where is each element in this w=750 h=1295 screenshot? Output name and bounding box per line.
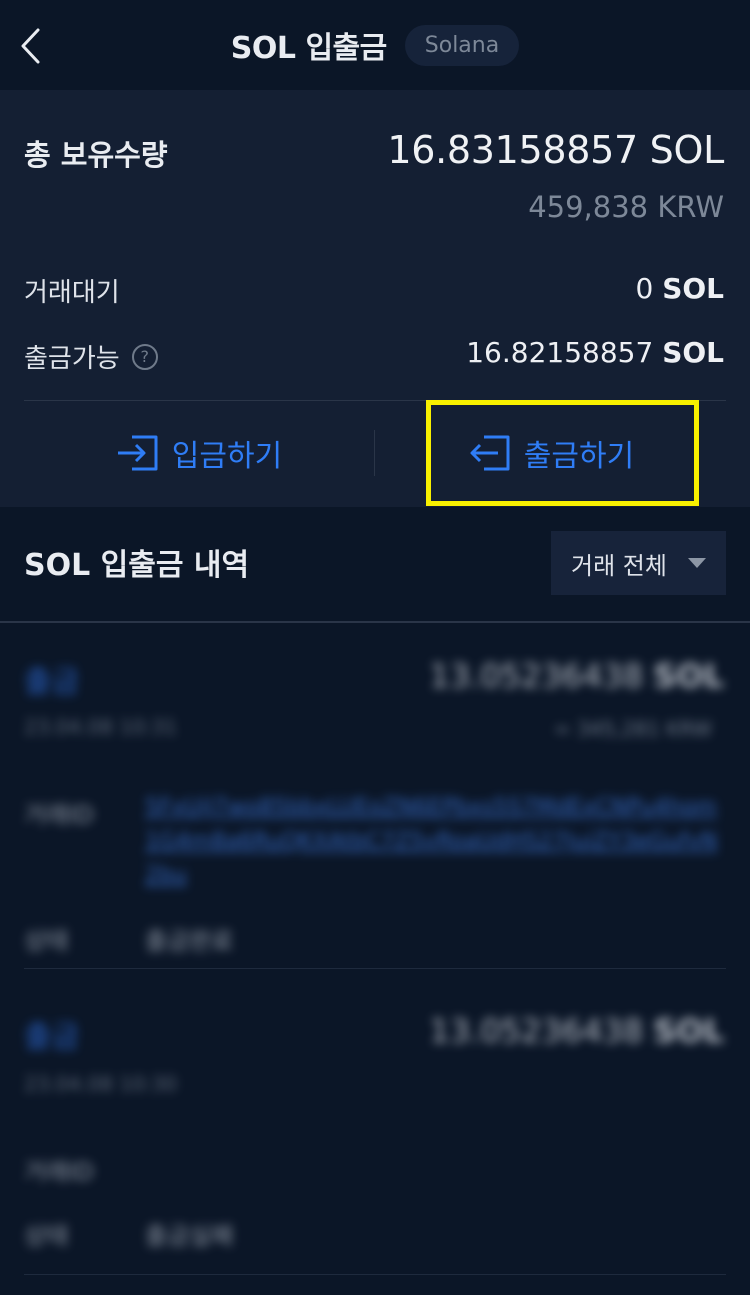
filter-selected-value: 거래 전체: [571, 551, 667, 580]
page-title: SOL 입출금: [230, 31, 387, 66]
history-title: SOL 입출금 내역: [24, 548, 250, 583]
pending-unit: SOL: [662, 272, 724, 305]
transaction-separator: [24, 1274, 726, 1275]
tx-status: 출금실패: [145, 1222, 234, 1250]
withdrawable-label: 출금가능 ?: [24, 338, 158, 375]
tx-amount: 13.05236438 SOL: [429, 657, 724, 695]
transaction-item[interactable]: 출금 23.04.08 10:31 13.05236438 SOL ≈ 345,…: [0, 623, 750, 968]
tx-amount-unit: SOL: [653, 1012, 724, 1050]
tx-status-label: 상태: [24, 927, 69, 955]
deposit-icon: [117, 435, 158, 471]
transaction-separator: [24, 968, 726, 969]
withdrawable-value: 16.82158857 SOL: [466, 336, 724, 369]
tx-id-label: 거래ID: [24, 801, 94, 829]
pending-label: 거래대기: [24, 272, 120, 309]
transaction-filter-select[interactable]: 거래 전체: [551, 531, 726, 595]
tx-id-label: 거래ID: [24, 1158, 94, 1186]
action-separator: [374, 430, 375, 476]
tx-date: 23.04.08 10:30: [24, 1072, 178, 1096]
header-title-group: SOL 입출금 Solana: [0, 0, 750, 90]
question-circle-icon[interactable]: ?: [131, 343, 158, 370]
total-holdings-krw: 459,838 KRW: [528, 190, 724, 224]
app-header: SOL 입출금 Solana: [0, 0, 750, 90]
tx-type: 출금: [24, 1020, 80, 1055]
deposit-button-label: 입금하기: [171, 439, 283, 474]
total-holdings-label: 총 보유수량: [24, 138, 168, 172]
tx-amount: 13.05236438 SOL: [429, 1012, 724, 1050]
transaction-item[interactable]: 출금 23.04.08 10:30 13.05236438 SOL 거래ID 상…: [0, 980, 750, 1280]
caret-down-icon: [688, 558, 706, 568]
deposit-button[interactable]: 입금하기: [24, 410, 374, 496]
withdrawable-label-text: 출금가능: [24, 344, 120, 374]
network-badge: Solana: [404, 24, 520, 66]
tx-status: 출금완료: [145, 927, 234, 955]
tx-amount-unit: SOL: [653, 657, 724, 695]
tx-id-link[interactable]: 5FxUiJ7wo85bbxLUEoZN6EPbxs5S7MdExCNPu4ho…: [145, 791, 725, 893]
pending-label-text: 거래대기: [24, 278, 120, 308]
total-holdings-amount: 16.83158857 SOL: [387, 128, 724, 172]
tx-type: 출금: [24, 665, 80, 700]
tx-amount-value: 13.05236438: [429, 657, 644, 695]
withdraw-highlight-box: [426, 400, 699, 506]
tx-date: 23.04.08 10:31: [24, 715, 178, 739]
tx-status-label: 상태: [24, 1222, 69, 1250]
tx-amount-value: 13.05236438: [429, 1012, 644, 1050]
pending-value: 0 SOL: [635, 272, 724, 305]
tx-krw: ≈ 345,281 KRW: [553, 717, 712, 741]
pending-amount: 0: [635, 272, 654, 305]
withdrawable-amount: 16.82158857: [466, 336, 654, 369]
withdrawable-unit: SOL: [662, 336, 724, 369]
